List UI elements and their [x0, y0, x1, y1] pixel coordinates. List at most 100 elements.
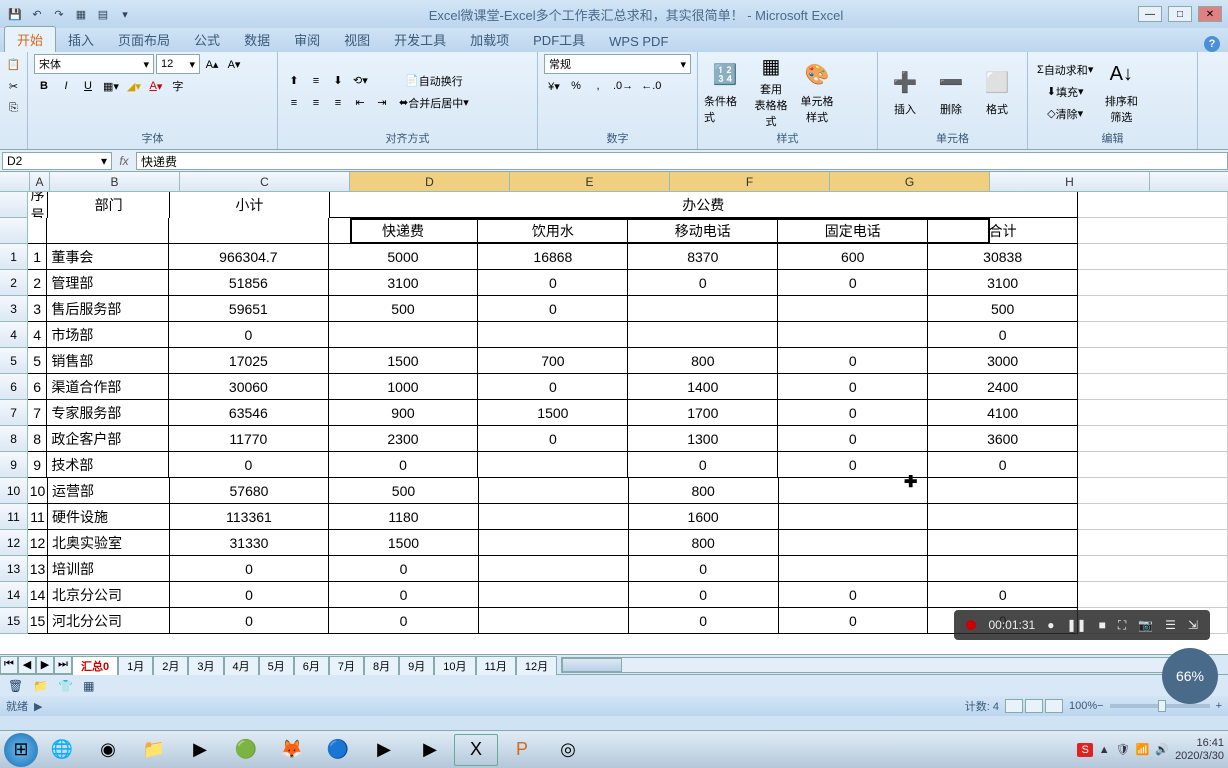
fill-color-icon[interactable]: ◢▾ — [124, 76, 144, 96]
row-header[interactable] — [0, 218, 28, 244]
view-normal-icon[interactable] — [1005, 699, 1023, 713]
cell[interactable]: 培训部 — [48, 556, 170, 582]
cell[interactable]: 0 — [778, 426, 928, 452]
cell[interactable] — [1078, 270, 1228, 296]
row-header[interactable]: 4 — [0, 322, 28, 348]
cell[interactable]: 8370 — [628, 244, 778, 270]
cell[interactable]: 0 — [778, 270, 928, 296]
cell[interactable] — [1078, 426, 1228, 452]
cell[interactable] — [779, 556, 929, 582]
app-icon[interactable]: ▶ — [408, 734, 452, 766]
cell[interactable]: 小计 — [170, 192, 329, 218]
sheet-last-icon[interactable]: ⏭ — [54, 656, 72, 674]
align-center-icon[interactable]: ≡ — [306, 93, 326, 113]
sheet-tab[interactable]: 3月 — [188, 656, 223, 675]
cell[interactable] — [479, 478, 629, 504]
cell[interactable]: 113361 — [170, 504, 329, 530]
cell[interactable]: 0 — [170, 582, 329, 608]
cell[interactable] — [47, 218, 169, 244]
row-header[interactable]: 13 — [0, 556, 28, 582]
number-format-combo[interactable]: 常规▾ — [544, 54, 691, 74]
ppt-icon[interactable]: P — [500, 734, 544, 766]
col-header-c[interactable]: C — [180, 172, 350, 191]
media-icon[interactable]: ▶ — [178, 734, 222, 766]
cell[interactable]: 0 — [928, 452, 1078, 478]
cell[interactable]: 运营部 — [48, 478, 170, 504]
cell[interactable]: 0 — [478, 426, 628, 452]
align-bot-icon[interactable]: ⬇ — [328, 71, 348, 91]
trash-icon[interactable]: 🗑 — [8, 679, 23, 693]
row-header[interactable]: 12 — [0, 530, 28, 556]
chrome-icon[interactable]: ◉ — [86, 734, 130, 766]
row-header[interactable]: 10 — [0, 478, 28, 504]
sheet-tab[interactable]: 5月 — [259, 656, 294, 675]
cell[interactable]: 10 — [28, 478, 48, 504]
tab-wpspdf[interactable]: WPS PDF — [597, 31, 680, 52]
cell[interactable] — [1078, 400, 1228, 426]
row-header[interactable]: 8 — [0, 426, 28, 452]
cell[interactable]: 0 — [169, 452, 328, 478]
cell[interactable] — [479, 556, 629, 582]
undo-icon[interactable]: ↶ — [28, 5, 46, 23]
ie-icon[interactable]: 🌐 — [40, 734, 84, 766]
cell[interactable]: 技术部 — [47, 452, 169, 478]
cell[interactable]: 0 — [778, 374, 928, 400]
cell[interactable]: 0 — [628, 452, 778, 478]
cell[interactable] — [928, 504, 1078, 530]
cell[interactable]: 1 — [28, 244, 47, 270]
tab-addin[interactable]: 加载项 — [458, 27, 521, 52]
cell[interactable]: 0 — [629, 582, 779, 608]
cell[interactable] — [479, 504, 629, 530]
cell[interactable]: 13 — [28, 556, 48, 582]
copy-icon[interactable]: ⎘ — [4, 98, 24, 118]
cell[interactable]: 30060 — [169, 374, 328, 400]
cell[interactable]: 政企客户部 — [47, 426, 169, 452]
app-icon[interactable]: 🟢 — [224, 734, 268, 766]
col-header-b[interactable]: B — [50, 172, 180, 191]
cell[interactable]: 2 — [28, 270, 47, 296]
cond-format-button[interactable]: 🔢条件格式 — [704, 59, 746, 125]
tab-pdf[interactable]: PDF工具 — [521, 27, 597, 52]
screen-recorder-bar[interactable]: 00:01:31 ● ❚❚ ■ ⛶ 📷 ☰ ⇲ — [954, 610, 1210, 640]
cell[interactable] — [628, 322, 778, 348]
table-format-button[interactable]: ▦套用 表格格式 — [750, 59, 792, 125]
row-header[interactable]: 5 — [0, 348, 28, 374]
cell[interactable]: 部门 — [48, 192, 170, 218]
cell[interactable]: 3600 — [928, 426, 1078, 452]
cell[interactable] — [169, 218, 328, 244]
folder-icon[interactable]: 📁 — [33, 679, 48, 693]
tab-dev[interactable]: 开发工具 — [382, 27, 458, 52]
sort-filter-button[interactable]: A↓排序和 筛选 — [1100, 59, 1142, 125]
cell-header-express[interactable]: 快递费 — [329, 218, 479, 244]
qat-icon[interactable]: ▤ — [94, 5, 112, 23]
cell[interactable]: 1300 — [628, 426, 778, 452]
cell[interactable]: 3000 — [928, 348, 1078, 374]
cell[interactable] — [1078, 556, 1228, 582]
formula-input[interactable]: 快递费 — [136, 152, 1228, 170]
export-icon[interactable]: ⇲ — [1188, 618, 1198, 632]
indent-inc-icon[interactable]: ⇥ — [372, 93, 392, 113]
zoom-slider[interactable] — [1110, 704, 1210, 708]
tab-home[interactable]: 开始 — [4, 26, 56, 52]
font-size-combo[interactable]: 12▾ — [156, 54, 200, 74]
cell[interactable]: 12 — [28, 530, 48, 556]
cell[interactable]: 16868 — [478, 244, 628, 270]
align-mid-icon[interactable]: ≡ — [306, 71, 326, 91]
cell[interactable] — [778, 296, 928, 322]
shrink-font-icon[interactable]: A▾ — [224, 54, 244, 74]
record-icon[interactable]: ● — [1047, 618, 1054, 632]
cell[interactable] — [928, 556, 1078, 582]
cell[interactable] — [1078, 296, 1228, 322]
cut-icon[interactable]: ✂ — [4, 76, 24, 96]
cell[interactable]: 专家服务部 — [47, 400, 169, 426]
stop-icon[interactable]: ■ — [1099, 618, 1106, 632]
camera-icon[interactable]: 📷 — [1138, 618, 1153, 632]
app-icon[interactable]: ▶ — [362, 734, 406, 766]
cell[interactable]: 0 — [779, 608, 929, 634]
dec-decimal-icon[interactable]: ←.0 — [638, 76, 664, 96]
tab-formula[interactable]: 公式 — [182, 27, 232, 52]
cell[interactable]: 800 — [629, 478, 779, 504]
cell[interactable]: 3100 — [329, 270, 479, 296]
cell[interactable] — [479, 582, 629, 608]
cell[interactable]: 17025 — [169, 348, 328, 374]
